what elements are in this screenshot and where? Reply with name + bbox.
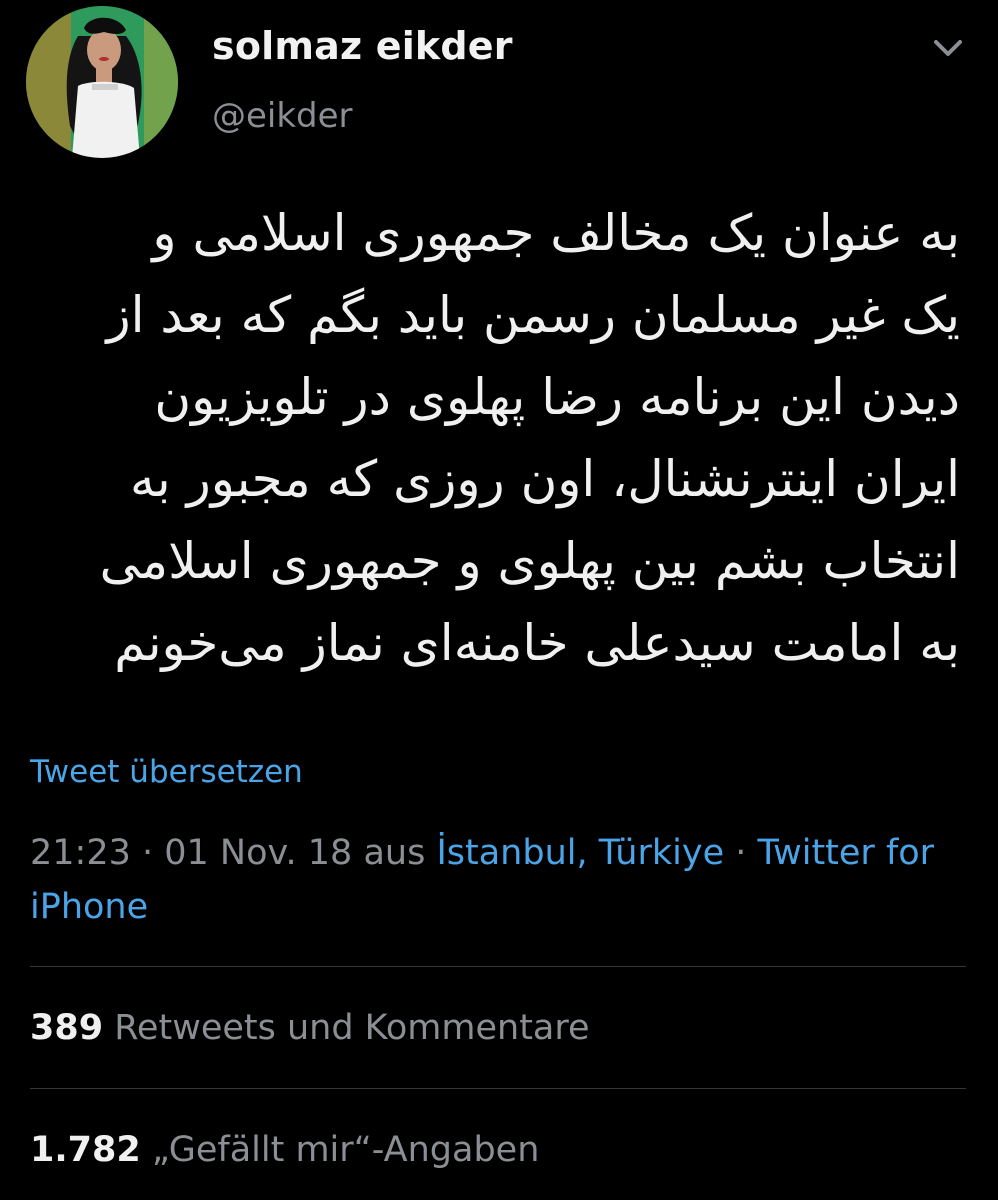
translate-tweet-link[interactable]: Tweet übersetzen — [30, 754, 303, 790]
tweet-meta: 21:23 · 01 Nov. 18 aus İstanbul, Türkiye… — [30, 826, 950, 934]
location-prefix: aus — [352, 833, 437, 873]
retweets-count: 389 — [30, 1008, 104, 1048]
meta-separator-2: · — [724, 833, 758, 873]
divider — [30, 966, 966, 967]
retweets-label: Retweets und Kommentare — [103, 1008, 590, 1048]
likes-count: 1.782 — [30, 1130, 141, 1170]
likes-label: „Gefällt mir“-Angaben — [140, 1130, 540, 1170]
meta-separator: · — [130, 833, 165, 873]
display-name[interactable]: solmaz eikder — [212, 24, 513, 68]
user-handle[interactable]: @eikder — [212, 96, 353, 136]
likes-stat[interactable]: 1.782 „Gefällt mir“-Angaben — [30, 1130, 539, 1170]
tweet-text: به عنوان یک مخالف جمهوری اسلامی و یک غیر… — [99, 204, 960, 672]
retweets-stat[interactable]: 389 Retweets und Kommentare — [30, 1008, 590, 1048]
tweet-detail: solmaz eikder @eikder به عنوان یک مخالف … — [0, 0, 998, 1200]
chevron-down-icon[interactable] — [926, 30, 970, 66]
tweet-location-link[interactable]: İstanbul, Türkiye — [436, 833, 724, 873]
tweet-date: 01 Nov. 18 — [164, 833, 353, 873]
avatar[interactable] — [26, 6, 178, 158]
tweet-time: 21:23 — [30, 833, 131, 873]
divider — [30, 1088, 966, 1089]
